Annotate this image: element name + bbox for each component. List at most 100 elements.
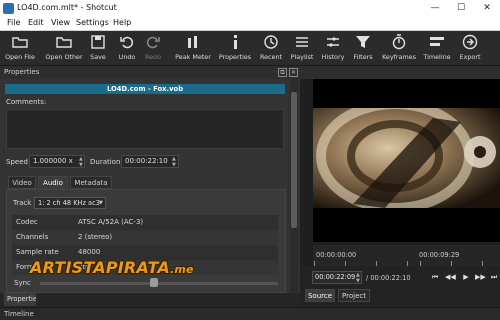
- export-button[interactable]: Export: [456, 34, 484, 64]
- menu-edit[interactable]: Edit: [28, 18, 44, 27]
- keyframes-label: Keyframes: [382, 53, 416, 61]
- channels-value: 2 (stereo): [78, 233, 113, 241]
- tab-metadata[interactable]: Metadata: [70, 176, 112, 189]
- open-other-button[interactable]: Open Other: [42, 34, 86, 64]
- properties-button[interactable]: Properties: [218, 34, 252, 64]
- tab-video[interactable]: Video: [8, 176, 36, 189]
- watermark-text: ARTISTAPIRATA: [30, 258, 170, 277]
- filters-button[interactable]: Filters: [351, 34, 375, 64]
- redo-button[interactable]: Redo: [143, 34, 163, 64]
- timeline-panel-title: Timeline: [4, 310, 34, 318]
- peak-meter-icon: [188, 36, 197, 48]
- skip-next-icon[interactable]: ⏭: [489, 272, 499, 282]
- duration-label: Duration: [90, 158, 121, 166]
- sync-label: Sync: [14, 279, 31, 287]
- properties-panel-title: Properties: [4, 68, 40, 76]
- peak-meter-button[interactable]: Peak Meter: [174, 34, 212, 64]
- clock-icon: [264, 35, 278, 49]
- play-icon[interactable]: ▶: [461, 272, 471, 282]
- save-button[interactable]: Save: [88, 34, 108, 64]
- redo-label: Redo: [144, 53, 162, 61]
- current-time-field[interactable]: 00:00:22:09: [312, 271, 362, 284]
- time-spinner-icon[interactable]: ▲ ▼: [356, 272, 363, 284]
- properties-label: Properties: [218, 53, 252, 61]
- open-file-label: Open File: [5, 53, 35, 61]
- undo-icon: [120, 36, 134, 49]
- dock-tab-properties[interactable]: Properties: [4, 293, 36, 306]
- track-select[interactable]: 1: 2 ch 48 KHz ac3: [34, 197, 106, 209]
- save-label: Save: [90, 53, 106, 61]
- clip-name-bar: LO4D.com - Fox.vob: [5, 84, 285, 94]
- fast-forward-icon[interactable]: ▶▶: [475, 272, 486, 282]
- title-bar: LO4D.com.mlt* - Shotcut — ☐ ✕: [0, 0, 500, 17]
- player-header: [300, 66, 500, 79]
- menu-view[interactable]: View: [51, 18, 70, 27]
- recent-button[interactable]: Recent: [258, 34, 284, 64]
- properties-scrollbar-thumb[interactable]: [291, 92, 297, 228]
- comments-input[interactable]: [6, 109, 284, 149]
- watermark-suffix: .me: [169, 263, 194, 276]
- sync-slider[interactable]: [40, 282, 278, 285]
- shotcut-app-icon: [3, 3, 14, 14]
- folder-open-icon: [56, 37, 72, 48]
- keyframes-button[interactable]: Keyframes: [381, 34, 417, 64]
- watermark-logo: ARTISTAPIRATA.me: [30, 258, 194, 277]
- playlist-label: Playlist: [290, 53, 314, 61]
- menu-file[interactable]: File: [7, 18, 20, 27]
- history-button[interactable]: History: [320, 34, 346, 64]
- export-icon: [462, 34, 478, 50]
- close-button[interactable]: ✕: [474, 0, 500, 17]
- speed-field[interactable]: 1.000000 x: [29, 155, 85, 168]
- sync-slider-handle[interactable]: [150, 278, 158, 287]
- history-label: History: [321, 53, 345, 61]
- speed-label: Speed: [6, 158, 28, 166]
- chevron-down-icon: ▼: [99, 200, 103, 206]
- filter-icon: [356, 36, 370, 48]
- ruler-start-time: 00:00:00:00: [316, 251, 357, 259]
- speed-spinner-icon[interactable]: ▲ ▼: [79, 156, 86, 168]
- undo-label: Undo: [118, 53, 136, 61]
- rewind-icon[interactable]: ◀◀: [445, 272, 456, 282]
- track-select-value: 1: 2 ch 48 KHz ac3: [38, 199, 100, 207]
- float-panel-icon[interactable]: ⧉: [278, 68, 287, 77]
- open-file-button[interactable]: Open File: [4, 34, 36, 64]
- maximize-button[interactable]: ☐: [448, 0, 474, 17]
- table-row: Codec ATSC A/52A (AC-3): [12, 215, 278, 230]
- video-frame-image: [313, 108, 500, 208]
- save-icon: [91, 35, 105, 49]
- list-icon: [296, 37, 308, 47]
- timeline-label: Timeline: [423, 53, 451, 61]
- menu-help[interactable]: Help: [113, 18, 131, 27]
- properties-panel-header: Properties ⧉ ✕: [0, 66, 300, 79]
- stopwatch-icon: [392, 34, 406, 50]
- duration-spinner-icon[interactable]: ▲ ▼: [172, 156, 179, 168]
- channels-key: Channels: [16, 233, 49, 241]
- history-icon: [327, 37, 339, 47]
- close-panel-icon[interactable]: ✕: [289, 68, 298, 77]
- main-toolbar: Open File Open Other Save Undo Redo Peak…: [0, 31, 500, 66]
- menu-settings[interactable]: Settings: [76, 18, 109, 27]
- dock-tab-bar: [0, 293, 300, 307]
- codec-key: Codec: [16, 218, 38, 226]
- filters-label: Filters: [353, 53, 373, 61]
- window-title: LO4D.com.mlt* - Shotcut: [17, 3, 117, 12]
- redo-icon: [146, 36, 160, 49]
- playlist-button[interactable]: Playlist: [290, 34, 314, 64]
- info-icon: [234, 35, 237, 49]
- tab-project[interactable]: Project: [338, 289, 370, 302]
- minimize-button[interactable]: —: [422, 0, 448, 17]
- duration-field[interactable]: 00:00:22:10: [121, 155, 179, 168]
- menu-bar: File Edit View Settings Help: [0, 17, 500, 31]
- recent-label: Recent: [259, 53, 283, 61]
- timeline-button[interactable]: Timeline: [422, 34, 452, 64]
- tab-audio[interactable]: Audio: [38, 176, 68, 189]
- folder-open-icon: [12, 37, 28, 48]
- ruler-mid-time: 00:00:09:29: [419, 251, 460, 259]
- video-frame: [313, 108, 500, 208]
- undo-button[interactable]: Undo: [117, 34, 137, 64]
- skip-previous-icon[interactable]: ⏮: [430, 272, 440, 282]
- timeline-icon: [430, 37, 444, 46]
- tab-source[interactable]: Source: [305, 289, 335, 302]
- open-other-label: Open Other: [45, 53, 83, 61]
- table-row: Channels 2 (stereo): [12, 230, 278, 245]
